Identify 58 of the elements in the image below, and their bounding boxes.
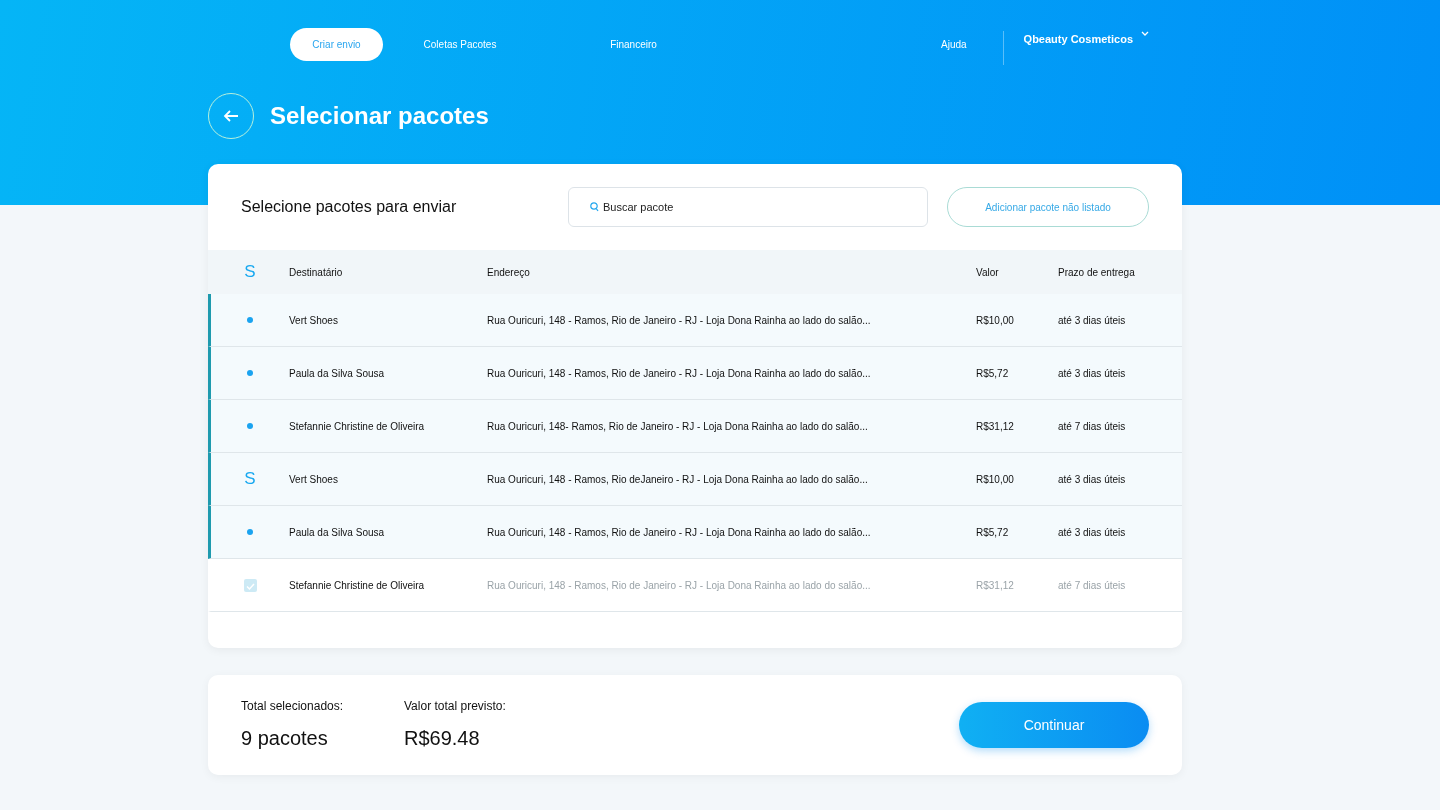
- value-cell-text: R$5,72: [976, 525, 1010, 540]
- recipient-cell-text: Stefannie Christine de Oliveira: [289, 578, 426, 593]
- row-checkbox[interactable]: [243, 578, 257, 592]
- help-link[interactable]: Ajuda: [941, 36, 967, 52]
- deadline-cell-text: até 3 dias úteis: [1058, 366, 1127, 381]
- value-cell-text: R$31,12: [976, 419, 1015, 434]
- recipient-cell-text: Stefannie Christine de Oliveira: [289, 419, 426, 434]
- package-row[interactable]: S Vert Shoes Rua Ouricuri, 148 - Ramos, Rio deJaneiro - RJ - Loja Dona Rainha ao lado do salão... R$10,00 até 3 dias úteis: [208, 453, 1182, 506]
- package-row[interactable]: Paula da Silva Sousa Rua Ouricuri, 148 - Ramos, Rio de Janeiro - RJ - Loja Dona Rainha ao lado do salão... R$5,72 até 3 dias úteis: [208, 506, 1182, 559]
- deadline-cell-text: até 3 dias úteis: [1058, 525, 1127, 540]
- package-row[interactable]: Stefannie Christine de Oliveira Rua Ouricuri, 148 - Ramos, Rio de Janeiro - RJ - Loja Dona Rainha ao lado do salão... R$31,12 até 7 dias úteis: [208, 559, 1182, 612]
- value-cell-text: R$10,00: [976, 313, 1015, 328]
- package-row[interactable]: Paula da Silva Sousa Rua Ouricuri, 148 - Ramos, Rio de Janeiro - RJ - Loja Dona Rainha ao lado do salão... R$5,72 até 3 dias úteis: [208, 347, 1182, 400]
- column-header: Destinatário: [289, 265, 344, 280]
- account-name: Qbeauty Cosmeticos: [1023, 32, 1133, 47]
- deadline-cell-text: até 7 dias úteis: [1058, 419, 1127, 434]
- add-package-button[interactable]: Adicionar pacote não listado: [947, 187, 1149, 227]
- deadline-cell-text: até 3 dias úteis: [1058, 472, 1127, 487]
- total-value: R$69.48: [404, 726, 481, 751]
- value-cell-text: R$31,12: [976, 578, 1015, 593]
- value-cell-text: R$5,72: [976, 366, 1010, 381]
- page-title: Selecionar pacotes: [270, 101, 489, 131]
- bullet-icon: [247, 317, 253, 323]
- section-heading: Selecione pacotes para enviar: [241, 197, 458, 217]
- continue-button[interactable]: Continuar: [959, 702, 1149, 748]
- address-cell-text: Rua Ouricuri, 148 - Ramos, Rio de Janeiro - RJ - Loja Dona Rainha ao lado do salão...: [487, 313, 872, 328]
- search-field[interactable]: Buscar pacote: [568, 187, 928, 227]
- back-arrow-icon: [223, 109, 239, 123]
- address-cell-text: Rua Ouricuri, 148 - Ramos, Rio de Janeiro - RJ - Loja Dona Rainha ao lado do salão...: [487, 366, 872, 381]
- deadline-cell-text: até 3 dias úteis: [1058, 313, 1127, 328]
- value-cell-text: R$10,00: [976, 472, 1015, 487]
- package-row[interactable]: Vert Shoes Rua Ouricuri, 148 - Ramos, Rio de Janeiro - RJ - Loja Dona Rainha ao lado do salão... R$10,00 até 3 dias úteis: [208, 294, 1182, 347]
- total-label: Valor total previsto:: [404, 698, 506, 715]
- nav-tab[interactable]: Coletas Pacotes: [405, 27, 515, 61]
- bullet-icon: [247, 423, 253, 429]
- select-all-marker[interactable]: S: [244, 259, 256, 285]
- recipient-cell-text: Vert Shoes: [289, 472, 339, 487]
- nav-tab[interactable]: Financeiro: [587, 27, 680, 61]
- address-cell-text: Rua Ouricuri, 148- Ramos, Rio de Janeiro - RJ - Loja Dona Rainha ao lado do salão...: [487, 419, 869, 434]
- nav-tab[interactable]: Criar envio: [290, 27, 383, 61]
- recipient-cell-text: Paula da Silva Sousa: [289, 525, 386, 540]
- address-cell-text: Rua Ouricuri, 148 - Ramos, Rio deJaneiro - RJ - Loja Dona Rainha ao lado do salão...: [487, 472, 869, 487]
- count-label: Total selecionados:: [241, 698, 345, 715]
- column-header: Valor: [976, 265, 1000, 280]
- recipient-cell-text: Vert Shoes: [289, 313, 339, 328]
- bullet-icon: [247, 370, 253, 376]
- bullet-icon: [247, 529, 253, 535]
- recipient-cell-text: Paula da Silva Sousa: [289, 366, 386, 381]
- chevron-icon: [1141, 31, 1149, 36]
- address-cell-text: Rua Ouricuri, 148 - Ramos, Rio de Janeiro - RJ - Loja Dona Rainha ao lado do salão...: [487, 525, 872, 540]
- package-row[interactable]: Stefannie Christine de Oliveira Rua Ouricuri, 148- Ramos, Rio de Janeiro - RJ - Loja Dona Rainha ao lado do salão... R$31,12 até 7 dias úteis: [208, 400, 1182, 453]
- deadline-cell-text: até 7 dias úteis: [1058, 578, 1127, 593]
- column-header: Prazo de entrega: [1058, 265, 1136, 280]
- row-marker: S: [244, 468, 256, 491]
- address-cell-text: Rua Ouricuri, 148 - Ramos, Rio de Janeiro - RJ - Loja Dona Rainha ao lado do salão...: [487, 578, 872, 593]
- column-header: Endereço: [487, 265, 531, 280]
- account-menu[interactable]: Qbeauty Cosmeticos: [1002, 31, 1149, 65]
- count-value: 9 pacotes: [241, 726, 329, 751]
